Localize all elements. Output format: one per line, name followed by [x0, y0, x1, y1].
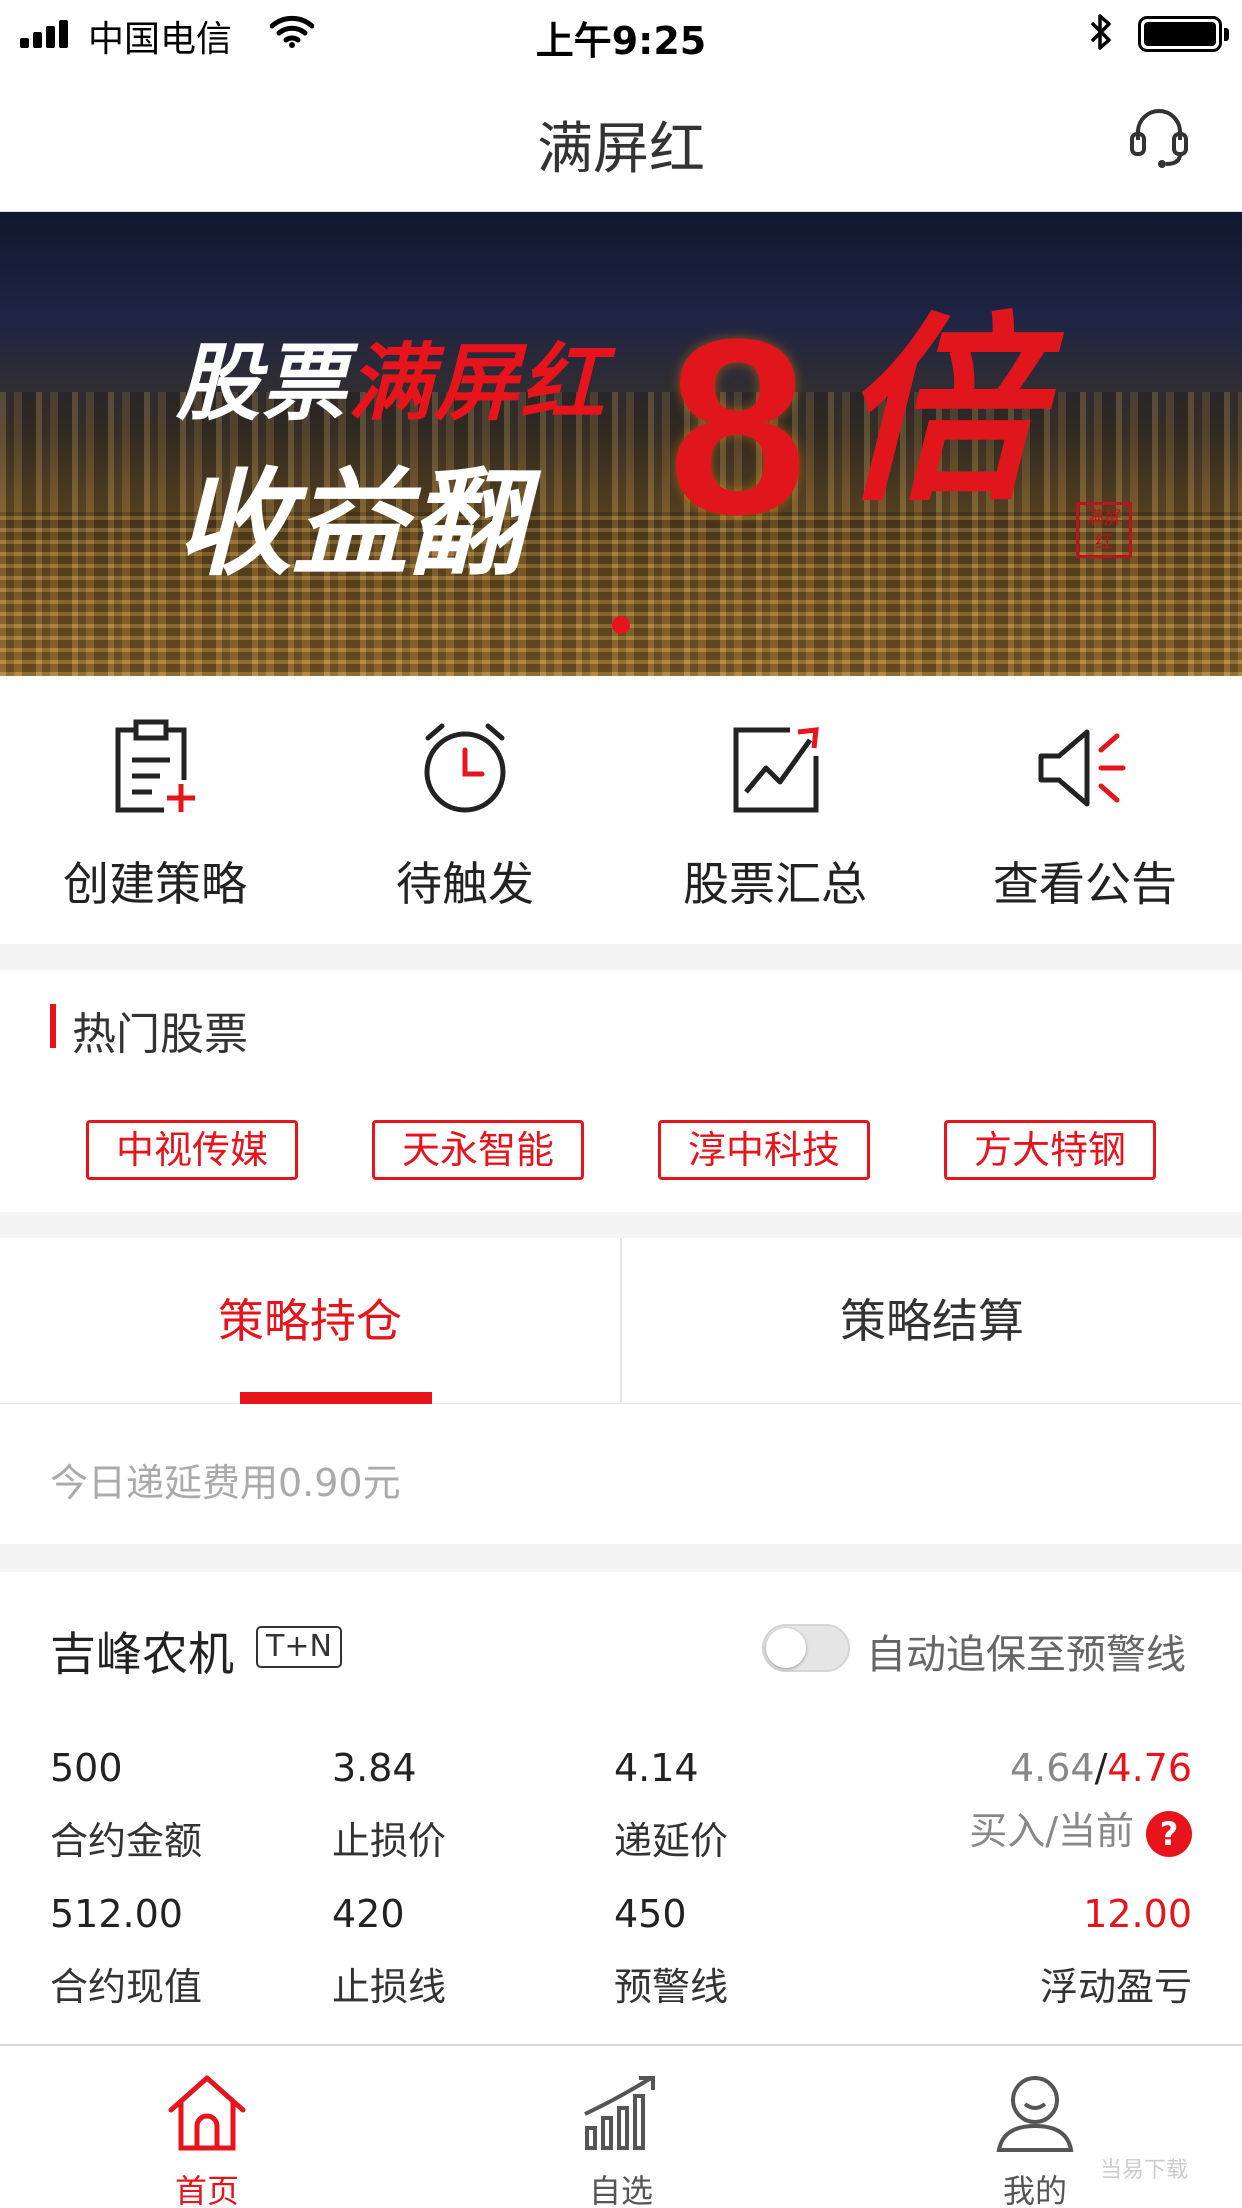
carousel-indicator[interactable]: [612, 616, 630, 634]
deferral-price: 4.14 递延价: [614, 1746, 729, 1863]
tabbar-label: 自选: [588, 2172, 653, 2208]
clock: 上午9:25: [535, 19, 707, 63]
chart-summary-icon: [733, 727, 819, 813]
home-icon: [168, 2075, 246, 2151]
banner-big-char: 倍: [838, 294, 1039, 529]
help-icon[interactable]: ?: [1146, 1810, 1192, 1857]
tab-strategy-settlement[interactable]: 策略结算: [622, 1238, 1242, 1404]
hot-stocks-section: 热门股票 中视传媒 天永智能 淳中科技 方大特钢: [0, 970, 1242, 1212]
position-card[interactable]: 吉峰农机 T+N 自动追保至预警线 500 合约金额 3.84 止损价 4.14 递延…: [0, 1572, 1242, 2044]
strategy-tabs: 策略持仓 策略结算: [0, 1238, 1242, 1404]
active-tab-indicator: [240, 1392, 432, 1404]
page-title: 满屏红: [537, 117, 705, 182]
create-strategy-icon: [115, 719, 198, 814]
banner-seal: 满屏红: [1076, 502, 1132, 558]
tabbar-label: 首页: [174, 2172, 239, 2208]
watermark: 当易下载: [1100, 2158, 1189, 2183]
bottom-tab-bar: 首页 自选 我的: [0, 2044, 1242, 2208]
floating-pnl: 12.00 浮动盈亏: [1039, 1892, 1192, 2009]
contract-amount: 500 合约金额: [50, 1746, 203, 1863]
alarm-clock-icon: [424, 723, 506, 813]
speaker-icon: [1038, 729, 1126, 807]
section-marker: [50, 1004, 56, 1048]
promo-banner[interactable]: 股票满屏红 收益翻 8 倍 满屏红: [0, 212, 1242, 676]
quick-item-label: 创建策略: [63, 857, 247, 911]
bluetooth-icon: [1090, 14, 1111, 50]
status-bar: 中国电信 上午9:25: [0, 0, 1242, 66]
auto-margin-label: 自动追保至预警线: [866, 1632, 1186, 1678]
warning-line: 450 预警线: [614, 1892, 729, 2009]
quick-item-label: 股票汇总: [683, 857, 867, 911]
auto-margin-toggle[interactable]: [762, 1624, 850, 1672]
hot-stock-chip[interactable]: 淳中科技: [658, 1120, 870, 1180]
nav-bar: 满屏红: [0, 66, 1242, 212]
hot-stock-chip[interactable]: 天永智能: [372, 1120, 584, 1180]
tabbar-watchlist[interactable]: 自选: [414, 2046, 828, 2208]
stock-name: 吉峰农机: [50, 1627, 234, 1681]
stop-loss-line: 420 止损线: [332, 1892, 447, 2009]
buy-current-price: 4.64/4.76 买入/当前?: [969, 1746, 1192, 1857]
fee-notice-row: 今日递延费用0.90元: [0, 1404, 1242, 1544]
quick-item-stock-summary[interactable]: 股票汇总: [620, 676, 930, 944]
quick-menu: 创建策略 待触发 股票汇总 查看公告: [0, 676, 1242, 944]
quick-item-label: 待触发: [396, 857, 534, 911]
settlement-tag: T+N: [256, 1626, 342, 1668]
hot-stock-chip[interactable]: 中视传媒: [86, 1120, 298, 1180]
fee-notice: 今日递延费用0.90元: [50, 1461, 401, 1505]
section-title: 热门股票: [72, 1009, 248, 1060]
tab-strategy-positions[interactable]: 策略持仓: [0, 1238, 620, 1404]
customer-service-icon[interactable]: [1128, 104, 1190, 172]
quick-item-create-strategy[interactable]: 创建策略: [0, 676, 310, 944]
tabbar-home[interactable]: 首页: [0, 2046, 414, 2208]
watchlist-icon: [584, 2076, 655, 2150]
stop-loss-price: 3.84 止损价: [332, 1746, 447, 1863]
banner-subheadline: 收益翻: [176, 456, 524, 592]
quick-item-label: 查看公告: [993, 857, 1177, 911]
profile-icon: [996, 2076, 1074, 2152]
hot-stock-chip[interactable]: 方大特钢: [944, 1120, 1156, 1180]
quick-item-pending[interactable]: 待触发: [310, 676, 620, 944]
quick-item-announcements[interactable]: 查看公告: [930, 676, 1240, 944]
banner-headline: 股票满屏红: [176, 333, 607, 432]
contract-current-value: 512.00 合约现值: [50, 1892, 203, 2009]
banner-big-number: 8: [668, 287, 808, 566]
battery-icon: [1138, 16, 1229, 52]
